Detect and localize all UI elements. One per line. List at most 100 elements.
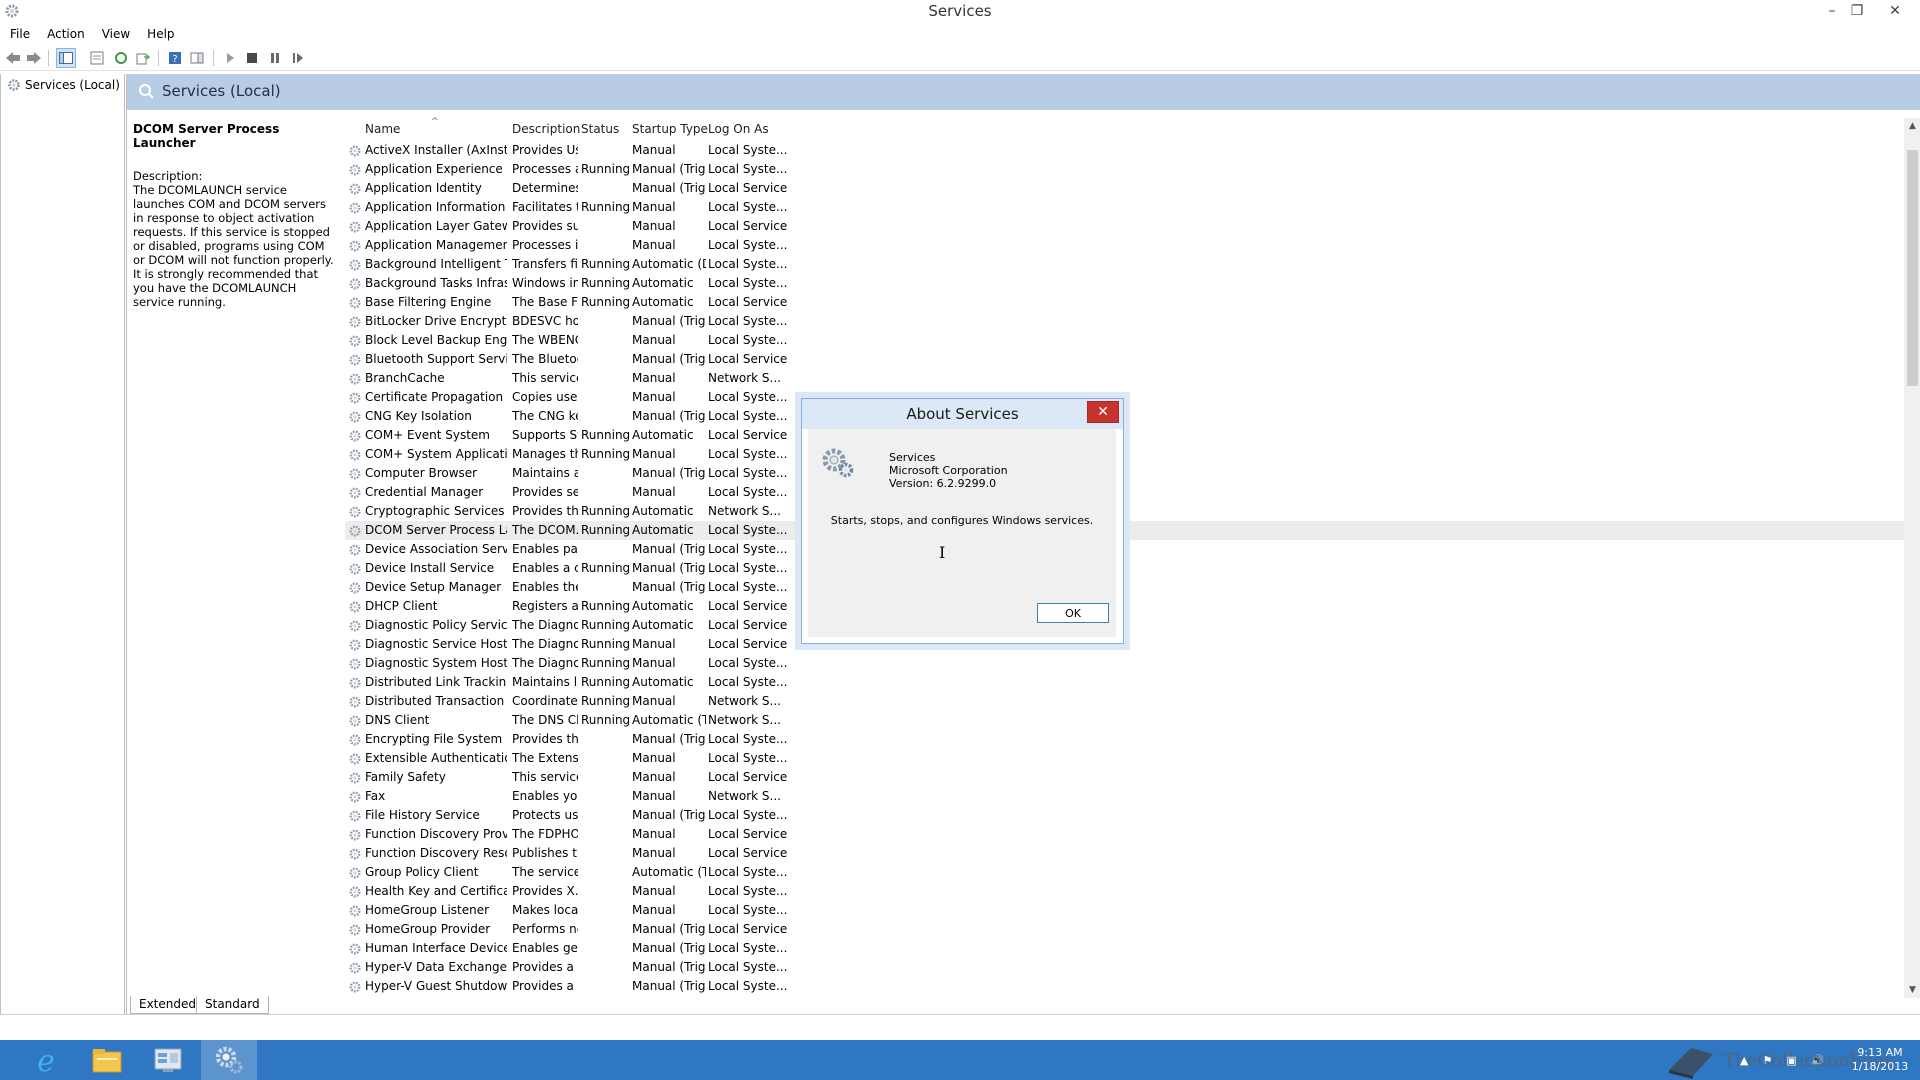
table-row[interactable]: Application Information Facilitates t...R… bbox=[345, 198, 1905, 217]
table-row[interactable]: Block Level Backup Engine ... The WBENG..… bbox=[345, 331, 1905, 350]
service-logon-cell: Local Syste... bbox=[708, 979, 788, 993]
show-hide-console-tree-icon[interactable] bbox=[56, 48, 76, 68]
table-row[interactable]: Human Interface Device Ac... Enables gen.… bbox=[345, 939, 1905, 958]
refresh-icon[interactable] bbox=[111, 48, 131, 68]
service-name-cell: DCOM Server Process Laun... bbox=[365, 523, 507, 537]
stop-service-icon[interactable] bbox=[242, 48, 262, 68]
menu-view[interactable]: View bbox=[92, 24, 137, 44]
action-center-flag-icon[interactable]: ⚑ bbox=[1762, 1054, 1772, 1067]
table-row[interactable]: COM+ Event System Supports Sy...RunningAu… bbox=[345, 426, 1905, 445]
table-row[interactable]: Group Policy Client The service ... Automa… bbox=[345, 863, 1905, 882]
menu-help[interactable]: Help bbox=[137, 24, 181, 44]
dialog-close-button[interactable]: ✕ bbox=[1087, 401, 1119, 423]
service-gear-icon bbox=[349, 601, 361, 613]
tab-standard[interactable]: Standard bbox=[196, 996, 269, 1014]
table-row[interactable]: COM+ System Application Manages th...Runn… bbox=[345, 445, 1905, 464]
table-row[interactable]: BitLocker Drive Encryption ... BDESVC hos… bbox=[345, 312, 1905, 331]
volume-icon[interactable]: 🔊 bbox=[1811, 1054, 1825, 1067]
table-row[interactable]: Application Layer Gateway ... Provides su… bbox=[345, 217, 1905, 236]
menu-file[interactable]: File bbox=[0, 24, 37, 44]
restart-service-icon[interactable] bbox=[288, 48, 308, 68]
column-description[interactable]: Description bbox=[512, 122, 580, 136]
table-row[interactable]: Diagnostic System Host The Diagno...Runni… bbox=[345, 654, 1905, 673]
table-row[interactable]: Family Safety This service ... Manual Local… bbox=[345, 768, 1905, 787]
table-row[interactable]: Computer Browser Maintains a... Manual (Tr… bbox=[345, 464, 1905, 483]
table-row[interactable]: Function Discovery Resourc... Publishes t… bbox=[345, 844, 1905, 863]
table-row[interactable]: Application Experience Processes a...Runn… bbox=[345, 160, 1905, 179]
table-row[interactable]: Bluetooth Support Service The Bluetoo... M… bbox=[345, 350, 1905, 369]
back-arrow-icon[interactable] bbox=[3, 48, 23, 68]
table-row[interactable]: Extensible Authentication P... The Extens… bbox=[345, 749, 1905, 768]
restore-button[interactable]: ❐ bbox=[1842, 0, 1872, 22]
table-row[interactable]: Background Tasks Infrastru... Windows in.… bbox=[345, 274, 1905, 293]
table-row[interactable]: Fax Enables you... Manual Network S... bbox=[345, 787, 1905, 806]
table-row[interactable]: Diagnostic Policy Service The Diagno...Ru… bbox=[345, 616, 1905, 635]
service-description-cell: This service ... bbox=[512, 770, 578, 784]
action-pane-icon[interactable] bbox=[187, 48, 207, 68]
table-row[interactable]: DNS Client The DNS Cli...RunningAutomatic… bbox=[345, 711, 1905, 730]
file-explorer-icon[interactable] bbox=[79, 1040, 135, 1080]
service-logon-cell: Local Syste... bbox=[708, 732, 788, 746]
clock[interactable]: 9:13 AM 1/18/2013 bbox=[1840, 1046, 1920, 1074]
table-row[interactable]: CNG Key Isolation The CNG ke... Manual (Tr… bbox=[345, 407, 1905, 426]
table-row[interactable]: Cryptographic Services Provides thr...Run… bbox=[345, 502, 1905, 521]
table-row[interactable]: File History Service Protects use... Manua… bbox=[345, 806, 1905, 825]
network-icon[interactable]: ▣ bbox=[1786, 1054, 1796, 1067]
table-row[interactable]: Background Intelligent Tran... Transfers … bbox=[345, 255, 1905, 274]
service-name-cell: COM+ System Application bbox=[365, 447, 507, 461]
service-gear-icon bbox=[349, 810, 361, 822]
scroll-up-icon[interactable]: ▲ bbox=[1904, 118, 1920, 134]
table-row[interactable]: DHCP Client Registers an...RunningAutomat… bbox=[345, 597, 1905, 616]
table-row[interactable]: HomeGroup Provider Performs ne... Manual (… bbox=[345, 920, 1905, 939]
table-row[interactable]: Health Key and Certificate ... Provides X… bbox=[345, 882, 1905, 901]
service-name-cell: Family Safety bbox=[365, 770, 446, 784]
table-row[interactable]: Encrypting File System (EFS) Provides th.… bbox=[345, 730, 1905, 749]
tree-item-services-local[interactable]: Services (Local) bbox=[7, 78, 120, 92]
column-log-on-as[interactable]: Log On As bbox=[708, 122, 769, 136]
service-name-cell: Bluetooth Support Service bbox=[365, 352, 507, 366]
service-description-cell: The service ... bbox=[512, 865, 578, 879]
table-row[interactable]: HomeGroup Listener Makes local... Manual Lo… bbox=[345, 901, 1905, 920]
ok-button[interactable]: OK bbox=[1037, 603, 1109, 623]
column-status[interactable]: Status bbox=[581, 122, 619, 136]
server-manager-icon[interactable] bbox=[140, 1040, 196, 1080]
close-button[interactable]: ✕ bbox=[1880, 0, 1910, 22]
table-row[interactable]: Credential Manager Provides se... Manual Lo… bbox=[345, 483, 1905, 502]
service-name-cell: Group Policy Client bbox=[365, 865, 479, 879]
export-list-icon[interactable] bbox=[133, 48, 153, 68]
table-row[interactable]: Certificate Propagation Copies user ... Ma… bbox=[345, 388, 1905, 407]
vertical-scrollbar[interactable]: ▲ ▼ bbox=[1904, 118, 1920, 998]
help-icon[interactable]: ? bbox=[165, 48, 185, 68]
table-row[interactable]: Distributed Link Tracking Cl... Maintains… bbox=[345, 673, 1905, 692]
table-row[interactable]: Device Association Service Enables pair..… bbox=[345, 540, 1905, 559]
show-hidden-icons-icon[interactable]: ▲ bbox=[1740, 1054, 1748, 1067]
table-row[interactable]: DCOM Server Process Laun... The DCOM...Ru… bbox=[345, 521, 1905, 540]
internet-explorer-icon[interactable]: e bbox=[18, 1040, 74, 1080]
services-taskbar-button[interactable] bbox=[201, 1040, 257, 1080]
service-name-cell: Diagnostic System Host bbox=[365, 656, 507, 670]
menu-action[interactable]: Action bbox=[37, 24, 92, 44]
column-startup-type[interactable]: Startup Type bbox=[632, 122, 708, 136]
table-row[interactable]: Base Filtering Engine The Base Fil...Runn… bbox=[345, 293, 1905, 312]
table-row[interactable]: Distributed Transaction Co... Coordinates… bbox=[345, 692, 1905, 711]
column-name[interactable]: Name bbox=[365, 122, 400, 136]
table-row[interactable]: Hyper-V Data Exchange Ser... Provides a .… bbox=[345, 958, 1905, 977]
table-row[interactable]: Function Discovery Provide... The FDPHO..… bbox=[345, 825, 1905, 844]
table-row[interactable]: Device Setup Manager Enables the ... Manua… bbox=[345, 578, 1905, 597]
table-row[interactable]: Device Install Service Enables a c...Runn… bbox=[345, 559, 1905, 578]
tab-extended[interactable]: Extended bbox=[130, 996, 205, 1014]
table-row[interactable]: Application Management Processes in... Man… bbox=[345, 236, 1905, 255]
forward-arrow-icon[interactable] bbox=[24, 48, 44, 68]
start-service-icon[interactable] bbox=[220, 48, 240, 68]
table-row[interactable]: BranchCache This service ... Manual Network… bbox=[345, 369, 1905, 388]
table-row[interactable]: Hyper-V Guest Shutdown S... Provides a ..… bbox=[345, 977, 1905, 996]
properties-icon[interactable] bbox=[87, 48, 107, 68]
dialog-body: Services Microsoft Corporation Version: … bbox=[808, 429, 1116, 637]
table-row[interactable]: ActiveX Installer (AxInstSV) Provides Us.… bbox=[345, 141, 1905, 160]
scrollbar-thumb[interactable] bbox=[1907, 150, 1918, 386]
table-row[interactable]: Diagnostic Service Host The Diagno...Runn… bbox=[345, 635, 1905, 654]
service-gear-icon bbox=[349, 183, 361, 195]
scroll-down-icon[interactable]: ▼ bbox=[1904, 982, 1920, 998]
pause-service-icon[interactable] bbox=[265, 48, 285, 68]
table-row[interactable]: Application Identity Determines ... Manual… bbox=[345, 179, 1905, 198]
